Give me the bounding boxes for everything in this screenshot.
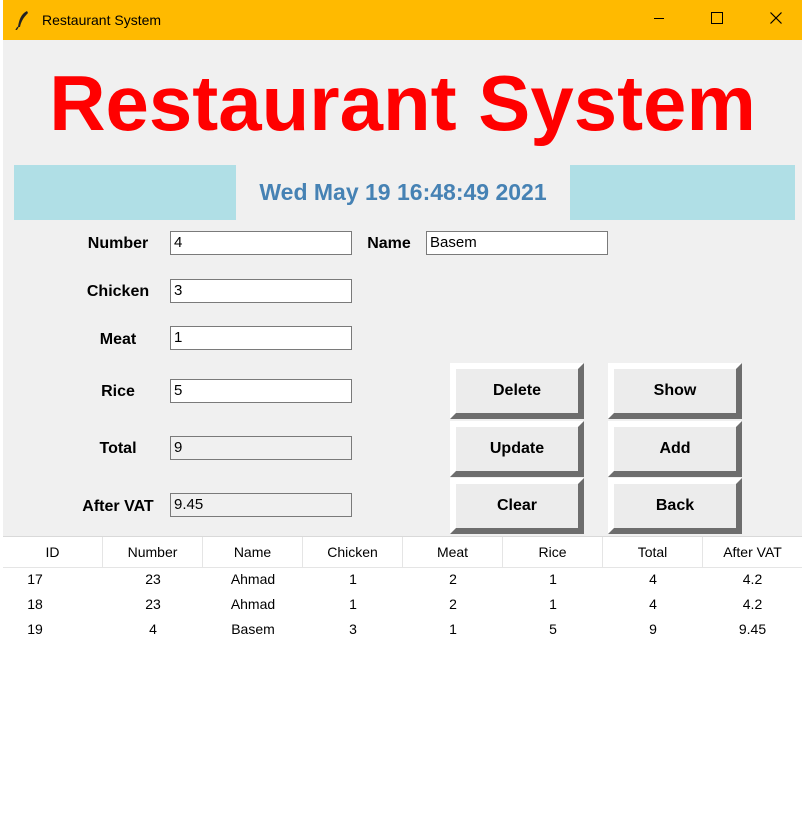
table-cell: 9	[649, 621, 657, 637]
rice-field[interactable]: 5	[170, 379, 352, 403]
name-field[interactable]: Basem	[426, 231, 608, 255]
number-label: Number	[87, 235, 149, 252]
after-vat-field[interactable]: 9.45	[170, 493, 352, 517]
maximize-icon	[711, 11, 723, 29]
table-cell: 4	[649, 571, 657, 587]
table-cell: 4	[149, 621, 157, 637]
add-button[interactable]: Add	[608, 421, 742, 477]
table-cell: 18	[27, 596, 43, 612]
table-row[interactable]: 17 23 Ahmad 1 2 1 4 4.2	[3, 567, 802, 592]
table-row[interactable]: 18 23 Ahmad 1 2 1 4 4.2	[3, 592, 802, 617]
table-cell: 2	[449, 571, 457, 587]
column-header[interactable]: Rice	[503, 537, 603, 567]
page-title: Restaurant System	[49, 59, 756, 147]
chicken-field[interactable]: 3	[170, 279, 352, 303]
clock-label: Wed May 19 16:48:49 2021	[236, 165, 570, 220]
table-header: ID Number Name Chicken Meat Rice Total A…	[3, 537, 802, 568]
column-header[interactable]: Number	[103, 537, 203, 567]
window-title: Restaurant System	[42, 12, 162, 28]
table-cell: 4.2	[742, 596, 763, 612]
delete-button[interactable]: Delete	[450, 363, 584, 419]
table-cell: 2	[449, 596, 457, 612]
table-cell: 4.2	[742, 571, 763, 587]
back-button[interactable]: Back	[608, 478, 742, 534]
column-header[interactable]: ID	[3, 537, 103, 567]
table-cell: 23	[145, 596, 161, 612]
name-label: Name	[367, 235, 411, 252]
minimize-icon	[653, 11, 665, 29]
chicken-label: Chicken	[86, 283, 150, 300]
update-button[interactable]: Update	[450, 421, 584, 477]
meat-field[interactable]: 1	[170, 326, 352, 350]
column-header[interactable]: Chicken	[303, 537, 403, 567]
table-cell: 1	[449, 621, 457, 637]
clear-button-label: Clear	[496, 497, 538, 514]
delete-button-label: Delete	[492, 382, 542, 399]
column-header[interactable]: Name	[203, 537, 303, 567]
table-cell: 19	[27, 621, 43, 637]
rice-label: Rice	[101, 383, 135, 400]
column-header[interactable]: Meat	[403, 537, 503, 567]
minimize-button[interactable]	[636, 0, 682, 40]
table-cell: 17	[27, 571, 43, 587]
total-field[interactable]: 9	[170, 436, 352, 460]
table-cell: 5	[549, 621, 557, 637]
table-cell: 1	[549, 571, 557, 587]
update-button-label: Update	[489, 440, 545, 457]
column-header[interactable]: Total	[603, 537, 703, 567]
clear-button[interactable]: Clear	[450, 478, 584, 534]
table-cell: 1	[549, 596, 557, 612]
orders-table[interactable]: ID Number Name Chicken Meat Rice Total A…	[3, 536, 802, 818]
maximize-button[interactable]	[694, 0, 740, 40]
show-button[interactable]: Show	[608, 363, 742, 419]
add-button-label: Add	[659, 440, 691, 457]
title-bar[interactable]: Restaurant System	[3, 0, 802, 40]
table-cell: 9.45	[738, 621, 767, 637]
table-cell: 1	[349, 596, 357, 612]
table-cell: Basem	[231, 621, 275, 637]
table-cell: Ahmad	[230, 596, 276, 612]
number-field[interactable]: 4	[170, 231, 352, 255]
back-button-label: Back	[655, 497, 695, 514]
table-row[interactable]: 19 4 Basem 3 1 5 9 9.45	[3, 617, 802, 642]
table-cell: 4	[649, 596, 657, 612]
close-icon	[770, 11, 782, 29]
table-cell: 3	[349, 621, 357, 637]
table-cell: 23	[145, 571, 161, 587]
meat-label: Meat	[99, 331, 137, 348]
table-cell: Ahmad	[230, 571, 276, 587]
column-header[interactable]: After VAT	[703, 537, 802, 567]
feather-icon	[15, 10, 31, 31]
after-vat-label: After VAT	[82, 498, 154, 515]
show-button-label: Show	[653, 382, 697, 399]
close-button[interactable]	[753, 0, 799, 40]
table-cell: 1	[349, 571, 357, 587]
total-label: Total	[99, 440, 137, 457]
